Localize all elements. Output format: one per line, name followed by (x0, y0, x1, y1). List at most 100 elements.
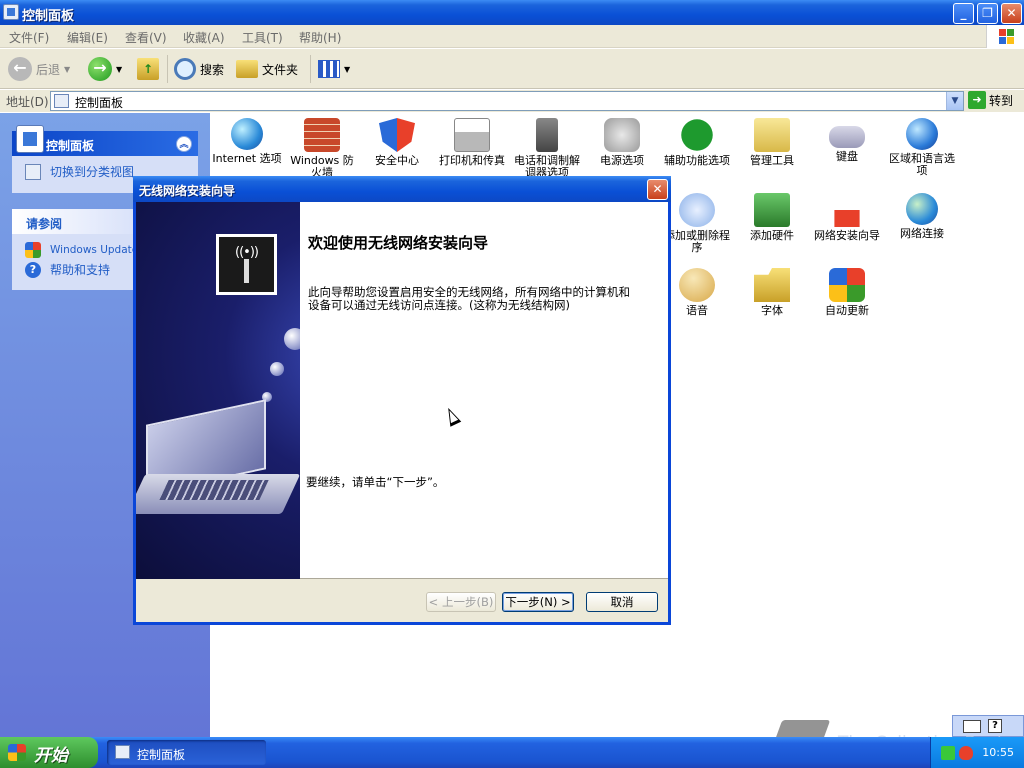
dialog-close-button[interactable]: ✕ (647, 179, 668, 200)
help-icon[interactable]: ? (988, 719, 1002, 733)
start-label: 开始 (34, 746, 68, 766)
item-label: 辅助功能选项 (664, 154, 730, 167)
restore-button[interactable]: ❐ (977, 3, 998, 24)
back-arrow-icon: ← (8, 57, 32, 81)
laptop-illustration (136, 399, 300, 522)
internet-options-item[interactable]: Internet 选项 (210, 118, 284, 165)
item-label: 网络连接 (900, 227, 944, 240)
minimize-button[interactable]: _ (953, 3, 974, 24)
forward-arrow-icon: → (88, 57, 112, 81)
item-label: 自动更新 (825, 304, 869, 317)
control-panel-icon (3, 4, 19, 20)
speech-icon (679, 268, 715, 302)
administrative-tools-item[interactable]: 管理工具 (735, 118, 809, 167)
address-dropdown-icon[interactable]: ▼ (946, 92, 963, 110)
menu-bar: 文件(F) 编辑(E) 查看(V) 收藏(A) 工具(T) 帮助(H) (0, 25, 1024, 48)
bubble-decoration (270, 362, 284, 376)
section-header[interactable]: 控制面板 ︽ (12, 125, 198, 156)
power-icon (604, 118, 640, 152)
add-hardware-item[interactable]: 添加硬件 (735, 193, 809, 242)
views-button[interactable]: ▼ (318, 55, 350, 83)
taskbar: 开始 控制面板 10:55 (0, 737, 1024, 768)
cancel-button[interactable]: 取消 (586, 592, 658, 612)
phone-and-modem-item[interactable]: 电话和调制解调器选项 (510, 118, 584, 179)
forward-button[interactable]: → ▼ (88, 55, 122, 83)
windows-logo-icon (986, 25, 1024, 48)
close-button[interactable]: ✕ (1001, 3, 1022, 24)
address-input[interactable]: 控制面板 ▼ (50, 91, 964, 111)
help-icon: ? (25, 262, 41, 278)
back-label: 后退 (36, 62, 61, 77)
home-network-icon (829, 193, 865, 227)
admin-tools-icon (754, 118, 790, 152)
network-connections-item[interactable]: 网络连接 (885, 193, 959, 240)
bubble-decoration (284, 328, 300, 350)
shield-icon (379, 118, 415, 152)
network-setup-wizard-item[interactable]: 网络安装向导 (810, 193, 884, 242)
phone-icon (536, 118, 558, 152)
menu-tools[interactable]: 工具(T) (242, 29, 283, 46)
folders-button[interactable]: 文件夹 (236, 55, 298, 83)
wizard-heading: 欢迎使用无线网络安装向导 (308, 234, 489, 252)
add-remove-programs-item[interactable]: 添加或删除程序 (660, 193, 734, 254)
views-icon (318, 60, 340, 78)
toolbar-separator (167, 55, 168, 83)
accessibility-options-item[interactable]: 辅助功能选项 (660, 118, 734, 167)
clock[interactable]: 10:55 (982, 746, 1014, 759)
back-dropdown-icon[interactable]: ▼ (64, 65, 70, 74)
add-remove-icon (679, 193, 715, 227)
back-button[interactable]: ← 后退 ▼ (8, 55, 70, 83)
window-title: 控制面板 (22, 9, 75, 24)
printer-icon (454, 118, 490, 152)
firewall-icon (304, 118, 340, 152)
windows-update-icon (25, 242, 41, 258)
next-button[interactable]: 下一步(N) > (502, 592, 574, 612)
wireless-setup-wizard-dialog: 无线网络安装向导 ✕ ((•)) 欢迎使用无线网络安装向导 此向导帮助您设置启用… (133, 176, 671, 625)
item-label: 键盘 (836, 150, 858, 163)
accessibility-icon (681, 119, 713, 151)
menu-view[interactable]: 查看(V) (125, 29, 167, 46)
dialog-title-bar[interactable]: 无线网络安装向导 ✕ (133, 176, 671, 202)
automatic-updates-item[interactable]: 自动更新 (810, 268, 884, 317)
up-folder-button[interactable]: ↑ (137, 55, 159, 83)
item-label: 管理工具 (750, 154, 794, 167)
menu-edit[interactable]: 编辑(E) (67, 29, 108, 46)
network-tray-icon[interactable] (941, 746, 955, 760)
item-label: Internet 选项 (212, 152, 282, 165)
keyboard-item[interactable]: 键盘 (810, 118, 884, 163)
keyboard-icon[interactable] (963, 720, 981, 733)
hardware-icon (754, 193, 790, 227)
item-label: 添加或删除程序 (664, 229, 730, 254)
forward-dropdown-icon[interactable]: ▼ (116, 65, 122, 74)
go-button[interactable]: ➜ 转到 (968, 91, 1013, 109)
search-button[interactable]: 搜索 (174, 55, 224, 83)
window-title-bar: 控制面板 _ ❐ ✕ (0, 0, 1024, 25)
link-label: 帮助和支持 (50, 263, 111, 277)
address-label: 地址(D) (6, 95, 49, 109)
taskbar-item-control-panel[interactable]: 控制面板 (107, 740, 266, 765)
menu-favorites[interactable]: 收藏(A) (183, 29, 225, 46)
security-center-item[interactable]: 安全中心 (360, 118, 434, 167)
views-dropdown-icon[interactable]: ▼ (344, 65, 350, 74)
dialog-body: ((•)) 欢迎使用无线网络安装向导 此向导帮助您设置启用安全的无线网络，所有网… (136, 202, 668, 579)
collapse-icon[interactable]: ︽ (176, 136, 192, 152)
fonts-item[interactable]: 字体 (735, 268, 809, 317)
control-panel-icon (54, 94, 69, 108)
go-arrow-icon: ➜ (968, 91, 986, 109)
start-button[interactable]: 开始 (0, 737, 98, 768)
regional-language-item[interactable]: 区域和语言选项 (885, 118, 959, 177)
printers-and-faxes-item[interactable]: 打印机和传真 (435, 118, 509, 167)
windows-firewall-item[interactable]: Windows 防火墙 (285, 118, 359, 179)
item-label: 区域和语言选项 (889, 152, 955, 177)
fonts-folder-icon (754, 268, 790, 302)
folder-icon (236, 60, 258, 78)
menu-file[interactable]: 文件(F) (9, 29, 49, 46)
keyboard-icon (829, 126, 865, 148)
security-tray-icon[interactable] (959, 746, 973, 760)
up-folder-icon: ↑ (137, 58, 159, 80)
back-button[interactable]: < 上一步(B) (426, 592, 496, 612)
speech-item[interactable]: 语音 (660, 268, 734, 317)
menu-help[interactable]: 帮助(H) (299, 29, 341, 46)
power-options-item[interactable]: 电源选项 (585, 118, 659, 167)
windows-logo-icon (8, 744, 26, 761)
